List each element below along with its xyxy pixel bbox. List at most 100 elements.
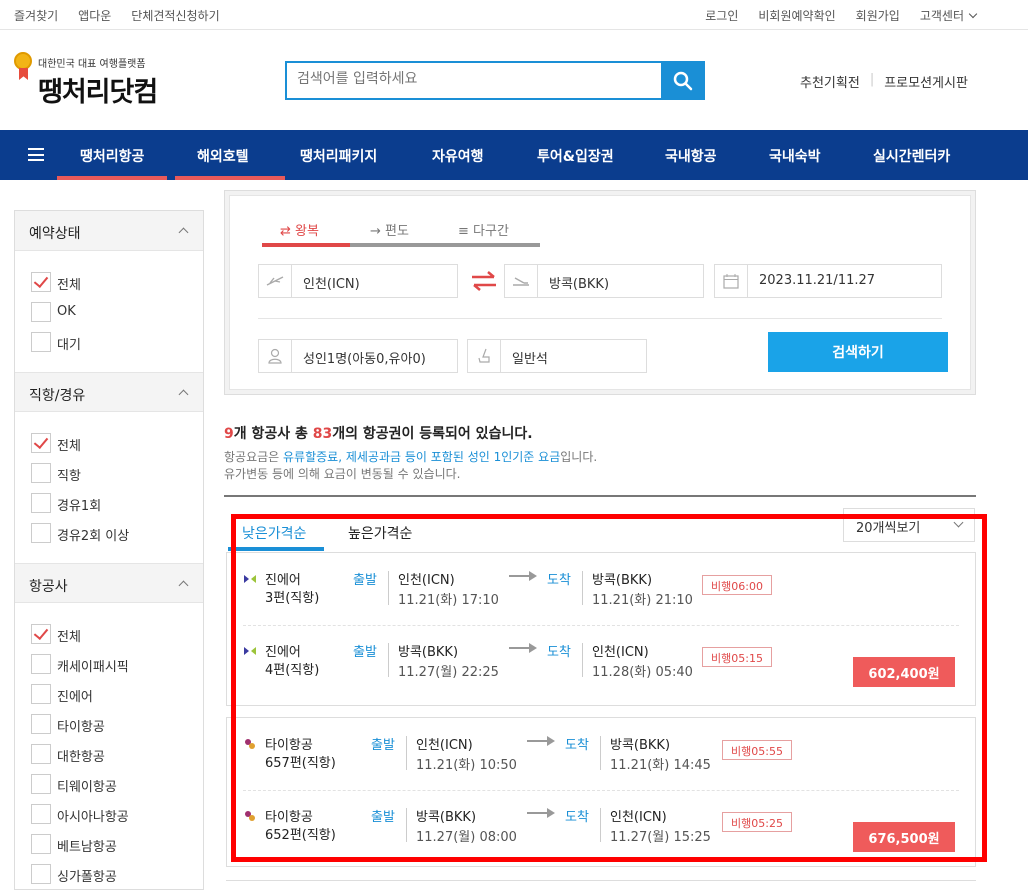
nav-item-domestic-stay[interactable]: 국내숙박: [769, 146, 821, 166]
checkbox-label: 전체: [57, 278, 81, 293]
filter-header-status[interactable]: 예약상태: [15, 211, 203, 251]
checkbox-status-all[interactable]: [31, 272, 51, 292]
checkbox-airline[interactable]: [31, 684, 51, 704]
filter-title: 직항/경유: [29, 388, 86, 404]
top-utility-bar: 즐겨찾기 앱다운 단체견적신청하기 로그인 비회원예약확인 회원가입 고객센터: [0, 0, 1028, 30]
tab-label: 편도: [385, 224, 409, 239]
date-field[interactable]: 2023.11.21/11.27: [714, 264, 942, 298]
landing-icon: [505, 265, 538, 297]
search-input[interactable]: [297, 71, 657, 87]
nav-item-flights[interactable]: 땡처리항공: [80, 146, 144, 166]
checkbox-stops-1[interactable]: [31, 493, 51, 513]
date-value: 2023.11.21/11.27: [759, 273, 876, 288]
arrow-right-icon: →: [370, 224, 386, 239]
result-count-heading: 9개 항공사 총 83개의 항공권이 등록되어 있습니다.: [224, 423, 597, 443]
takeoff-icon: [259, 265, 292, 297]
guest-reservation-link[interactable]: 비회원예약확인: [758, 7, 835, 24]
checkbox-airline[interactable]: [31, 714, 51, 734]
chevron-up-icon: [178, 580, 189, 591]
passenger-value: 성인1명(아동0,유아0): [303, 352, 426, 367]
swap-arrows-icon: ⇄: [280, 224, 296, 239]
main-nav: 땡처리항공 해외호텔 땡처리패키지 자유여행 투어&입장권 국내항공 국내숙박 …: [0, 130, 1028, 180]
checkbox-label: 캐세이패시픽: [57, 660, 129, 675]
note-text: 항공요금은: [224, 450, 284, 464]
medal-icon: [14, 52, 32, 70]
checkbox-airline[interactable]: [31, 774, 51, 794]
recommended-exhibitions-link[interactable]: 추천기획전: [800, 72, 860, 91]
checkbox-label: 직항: [57, 469, 81, 484]
search-icon: [673, 71, 693, 90]
checkbox-label: 대한항공: [57, 750, 105, 765]
checkbox-airline[interactable]: [31, 744, 51, 764]
divider: |: [869, 72, 875, 87]
customer-center-label: 고객센터: [919, 9, 964, 23]
logo-name: 땡처리닷컴: [38, 77, 158, 108]
filter-header-stops[interactable]: 직항/경유: [15, 372, 203, 412]
checkbox-airline-all[interactable]: [31, 624, 51, 644]
destination-field[interactable]: 방콕(BKK): [504, 264, 704, 298]
tab-active-bar: [262, 243, 350, 247]
highlight-box: [231, 514, 987, 862]
checkbox-status-wait[interactable]: [31, 332, 51, 352]
checkbox-label: 전체: [57, 630, 81, 645]
bookmark-link[interactable]: 즐겨찾기: [14, 7, 58, 24]
field-divider: [258, 318, 942, 319]
checkbox-stops-all[interactable]: [31, 433, 51, 453]
hamburger-menu-icon[interactable]: [28, 148, 44, 161]
swap-icon: [472, 271, 496, 291]
cabin-value: 일반석: [512, 352, 548, 367]
checkbox-label: 티웨이항공: [57, 780, 117, 795]
checkbox-label: 진에어: [57, 690, 93, 705]
nav-item-packages[interactable]: 땡처리패키지: [300, 146, 377, 166]
filter-header-airline[interactable]: 항공사: [15, 563, 203, 603]
signup-link[interactable]: 회원가입: [856, 7, 900, 24]
tab-multicity[interactable]: ≡ 다구간: [458, 220, 509, 239]
result-summary: 9개 항공사 총 83개의 항공권이 등록되어 있습니다. 항공요금은 유류할증…: [224, 423, 597, 483]
checkbox-airline[interactable]: [31, 804, 51, 824]
chevron-up-icon: [178, 227, 189, 238]
filter-title: 항공사: [29, 579, 68, 595]
checkbox-label: 베트남항공: [57, 840, 117, 855]
nav-item-tours[interactable]: 투어&입장권: [537, 146, 614, 166]
tab-label: 왕복: [295, 224, 319, 239]
search-flights-button[interactable]: 검색하기: [768, 332, 948, 372]
swap-button[interactable]: [470, 270, 498, 292]
summary-text: 개의 항공권이 등록되어 있습니다.: [332, 426, 533, 442]
header-links: 추천기획전 | 프로모션게시판: [800, 72, 968, 91]
checkbox-stops-direct[interactable]: [31, 463, 51, 483]
checkbox-label: OK: [57, 304, 76, 319]
calendar-icon: [715, 265, 748, 297]
tab-roundtrip[interactable]: ⇄ 왕복: [280, 220, 319, 239]
group-quote-link[interactable]: 단체견적신청하기: [131, 7, 219, 24]
cabin-field[interactable]: 일반석: [467, 339, 647, 373]
checkbox-airline[interactable]: [31, 654, 51, 674]
tab-bar: [350, 243, 540, 247]
note-text: 입니다.: [560, 450, 598, 464]
customer-center-menu[interactable]: 고객센터: [919, 7, 978, 24]
checkbox-status-ok[interactable]: [31, 302, 51, 322]
site-logo[interactable]: 대한민국 대표 여행플랫폼 땡처리닷컴: [14, 52, 184, 112]
app-download-link[interactable]: 앱다운: [78, 7, 111, 24]
nav-item-hotels[interactable]: 해외호텔: [197, 146, 249, 166]
checkbox-airline[interactable]: [31, 864, 51, 884]
nav-item-free-travel[interactable]: 자유여행: [432, 146, 484, 166]
filter-title: 예약상태: [29, 226, 81, 242]
checkbox-label: 전체: [57, 439, 81, 454]
checkbox-label: 대기: [57, 338, 81, 353]
chevron-up-icon: [178, 389, 189, 400]
section-divider: [224, 495, 976, 497]
divider: [226, 880, 976, 881]
nav-item-domestic-flights[interactable]: 국내항공: [665, 146, 717, 166]
origin-field[interactable]: 인천(ICN): [258, 264, 458, 298]
tab-oneway[interactable]: → 편도: [370, 220, 409, 239]
checkbox-label: 경유1회: [57, 499, 102, 514]
checkbox-stops-2plus[interactable]: [31, 523, 51, 543]
passenger-field[interactable]: 성인1명(아동0,유아0): [258, 339, 458, 373]
promotion-board-link[interactable]: 프로모션게시판: [884, 72, 968, 91]
nav-item-rentcar[interactable]: 실시간렌터카: [873, 146, 950, 166]
nav-underline: [175, 176, 285, 180]
summary-text: 개 항공사 총: [233, 426, 313, 442]
login-link[interactable]: 로그인: [705, 7, 738, 24]
search-button[interactable]: [661, 61, 705, 100]
checkbox-airline[interactable]: [31, 834, 51, 854]
